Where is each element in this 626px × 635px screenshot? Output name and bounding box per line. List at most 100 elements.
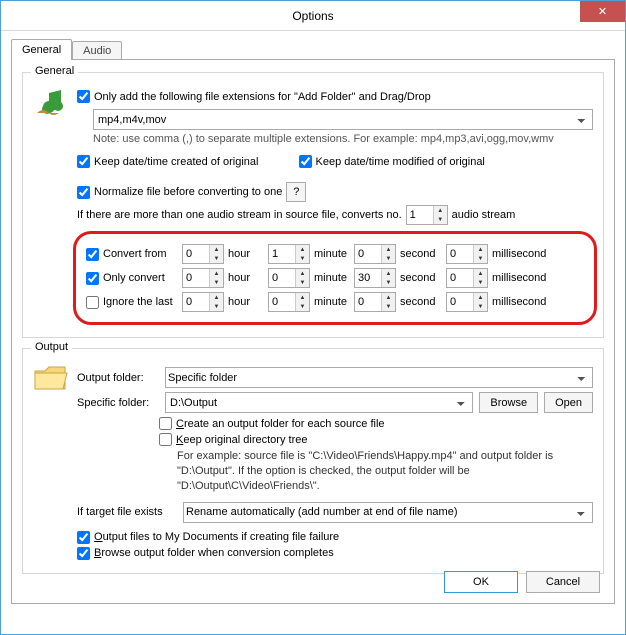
checkbox-keep-tree[interactable]: Keep original directory tree — [159, 433, 307, 446]
specific-folder-input[interactable] — [165, 392, 473, 413]
from-hour-input[interactable] — [183, 245, 209, 263]
checkbox-browse-after[interactable]: Browse output folder when conversion com… — [77, 547, 334, 560]
row-convert-from: Convert from ▲▼ hour ▲▼ minute ▲▼ second… — [86, 244, 584, 264]
cancel-button[interactable]: Cancel — [526, 571, 600, 593]
only-minute-spinner[interactable]: ▲▼ — [268, 268, 310, 288]
checkbox-only-add-extensions-label: Only add the following file extensions f… — [94, 91, 431, 103]
checkbox-ignore-last[interactable]: Ignore the last — [86, 296, 173, 309]
ignore-minute-spinner[interactable]: ▲▼ — [268, 292, 310, 312]
spinner-up[interactable]: ▲ — [382, 293, 395, 302]
only-ms-spinner[interactable]: ▲▼ — [446, 268, 488, 288]
checkbox-only-convert[interactable]: Only convert — [86, 272, 165, 285]
audio-stream-spinner[interactable]: ▲▼ — [406, 205, 448, 225]
from-minute-input[interactable] — [269, 245, 295, 263]
normalize-help-button[interactable]: ? — [286, 182, 306, 202]
spinner-up[interactable]: ▲ — [296, 293, 309, 302]
ignore-second-spinner[interactable]: ▲▼ — [354, 292, 396, 312]
only-second-spinner[interactable]: ▲▼ — [354, 268, 396, 288]
checkbox-keep-tree-input[interactable] — [159, 433, 172, 446]
from-ms-input[interactable] — [447, 245, 473, 263]
only-second-input[interactable] — [355, 269, 381, 287]
spinner-down[interactable]: ▼ — [382, 278, 395, 287]
extensions-input[interactable] — [93, 109, 593, 130]
only-hour-spinner[interactable]: ▲▼ — [182, 268, 224, 288]
unit-second: second — [400, 296, 442, 308]
only-ms-input[interactable] — [447, 269, 473, 287]
unit-minute: minute — [314, 296, 350, 308]
group-output: Output Output folder: Specific folder Sp… — [22, 348, 604, 574]
checkbox-only-convert-input[interactable] — [86, 272, 99, 285]
checkbox-keep-modified-input[interactable] — [299, 155, 312, 168]
spinner-down[interactable]: ▼ — [210, 302, 223, 311]
checkbox-browse-after-input[interactable] — [77, 547, 90, 560]
output-folder-combo[interactable]: Specific folder — [165, 367, 593, 388]
spinner-down[interactable]: ▼ — [296, 254, 309, 263]
ignore-ms-spinner[interactable]: ▲▼ — [446, 292, 488, 312]
spinner-up[interactable]: ▲ — [434, 206, 447, 215]
spinner-up[interactable]: ▲ — [474, 293, 487, 302]
checkbox-keep-created-input[interactable] — [77, 155, 90, 168]
spinner-down[interactable]: ▼ — [296, 302, 309, 311]
checkbox-keep-modified[interactable]: Keep date/time modified of original — [299, 155, 485, 168]
tab-general[interactable]: General — [11, 39, 72, 60]
from-second-input[interactable] — [355, 245, 381, 263]
only-hour-input[interactable] — [183, 269, 209, 287]
checkbox-keep-created[interactable]: Keep date/time created of original — [77, 155, 259, 168]
open-button[interactable]: Open — [544, 392, 593, 413]
spinner-up[interactable]: ▲ — [296, 245, 309, 254]
from-minute-spinner[interactable]: ▲▼ — [268, 244, 310, 264]
spinner-down[interactable]: ▼ — [474, 278, 487, 287]
checkbox-keep-created-label: Keep date/time created of original — [94, 156, 259, 168]
close-icon: ✕ — [598, 5, 607, 18]
checkbox-convert-from-input[interactable] — [86, 248, 99, 261]
ignore-ms-input[interactable] — [447, 293, 473, 311]
spinner-up[interactable]: ▲ — [210, 293, 223, 302]
checkbox-output-mydocs-input[interactable] — [77, 531, 90, 544]
checkbox-create-subfolder-input[interactable] — [159, 417, 172, 430]
spinner-down[interactable]: ▼ — [210, 254, 223, 263]
checkbox-normalize-input[interactable] — [77, 186, 90, 199]
spinner-up[interactable]: ▲ — [382, 245, 395, 254]
spinner-down[interactable]: ▼ — [210, 278, 223, 287]
ignore-second-input[interactable] — [355, 293, 381, 311]
spinner-up[interactable]: ▲ — [382, 269, 395, 278]
spinner-down[interactable]: ▼ — [382, 302, 395, 311]
spinner-up[interactable]: ▲ — [474, 269, 487, 278]
spinner-down[interactable]: ▼ — [382, 254, 395, 263]
checkbox-output-mydocs[interactable]: Output files to My Documents if creating… — [77, 531, 339, 544]
spinner-down[interactable]: ▼ — [434, 215, 447, 224]
checkbox-only-add-extensions-input[interactable] — [77, 90, 90, 103]
ignore-hour-spinner[interactable]: ▲▼ — [182, 292, 224, 312]
spinner-down[interactable]: ▼ — [296, 278, 309, 287]
window-close-button[interactable]: ✕ — [580, 1, 625, 22]
checkbox-create-subfolder-label: Create an output folder for each source … — [176, 418, 385, 430]
checkbox-convert-from[interactable]: Convert from — [86, 248, 167, 261]
checkbox-create-subfolder[interactable]: Create an output folder for each source … — [159, 417, 385, 430]
folder-icon — [31, 359, 71, 399]
spinner-up[interactable]: ▲ — [210, 269, 223, 278]
ignore-hour-input[interactable] — [183, 293, 209, 311]
audio-stream-input[interactable] — [407, 206, 433, 224]
browse-button[interactable]: Browse — [479, 392, 538, 413]
ok-button[interactable]: OK — [444, 571, 518, 593]
from-hour-spinner[interactable]: ▲▼ — [182, 244, 224, 264]
ignore-minute-input[interactable] — [269, 293, 295, 311]
unit-second: second — [400, 248, 442, 260]
target-exists-combo[interactable]: Rename automatically (add number at end … — [183, 502, 593, 523]
tab-audio[interactable]: Audio — [72, 41, 122, 60]
checkbox-ignore-last-input[interactable] — [86, 296, 99, 309]
from-ms-spinner[interactable]: ▲▼ — [446, 244, 488, 264]
checkbox-normalize[interactable]: Normalize file before converting to one — [77, 186, 282, 199]
spinner-up[interactable]: ▲ — [210, 245, 223, 254]
time-range-highlight: Convert from ▲▼ hour ▲▼ minute ▲▼ second… — [73, 231, 597, 325]
from-second-spinner[interactable]: ▲▼ — [354, 244, 396, 264]
only-minute-input[interactable] — [269, 269, 295, 287]
spinner-up[interactable]: ▲ — [474, 245, 487, 254]
open-button-label: Open — [555, 397, 582, 409]
checkbox-only-add-extensions[interactable]: Only add the following file extensions f… — [77, 90, 431, 103]
spinner-down[interactable]: ▼ — [474, 302, 487, 311]
spinner-down[interactable]: ▼ — [474, 254, 487, 263]
unit-ms: millisecond — [492, 272, 546, 284]
spinner-up[interactable]: ▲ — [296, 269, 309, 278]
unit-minute: minute — [314, 272, 350, 284]
